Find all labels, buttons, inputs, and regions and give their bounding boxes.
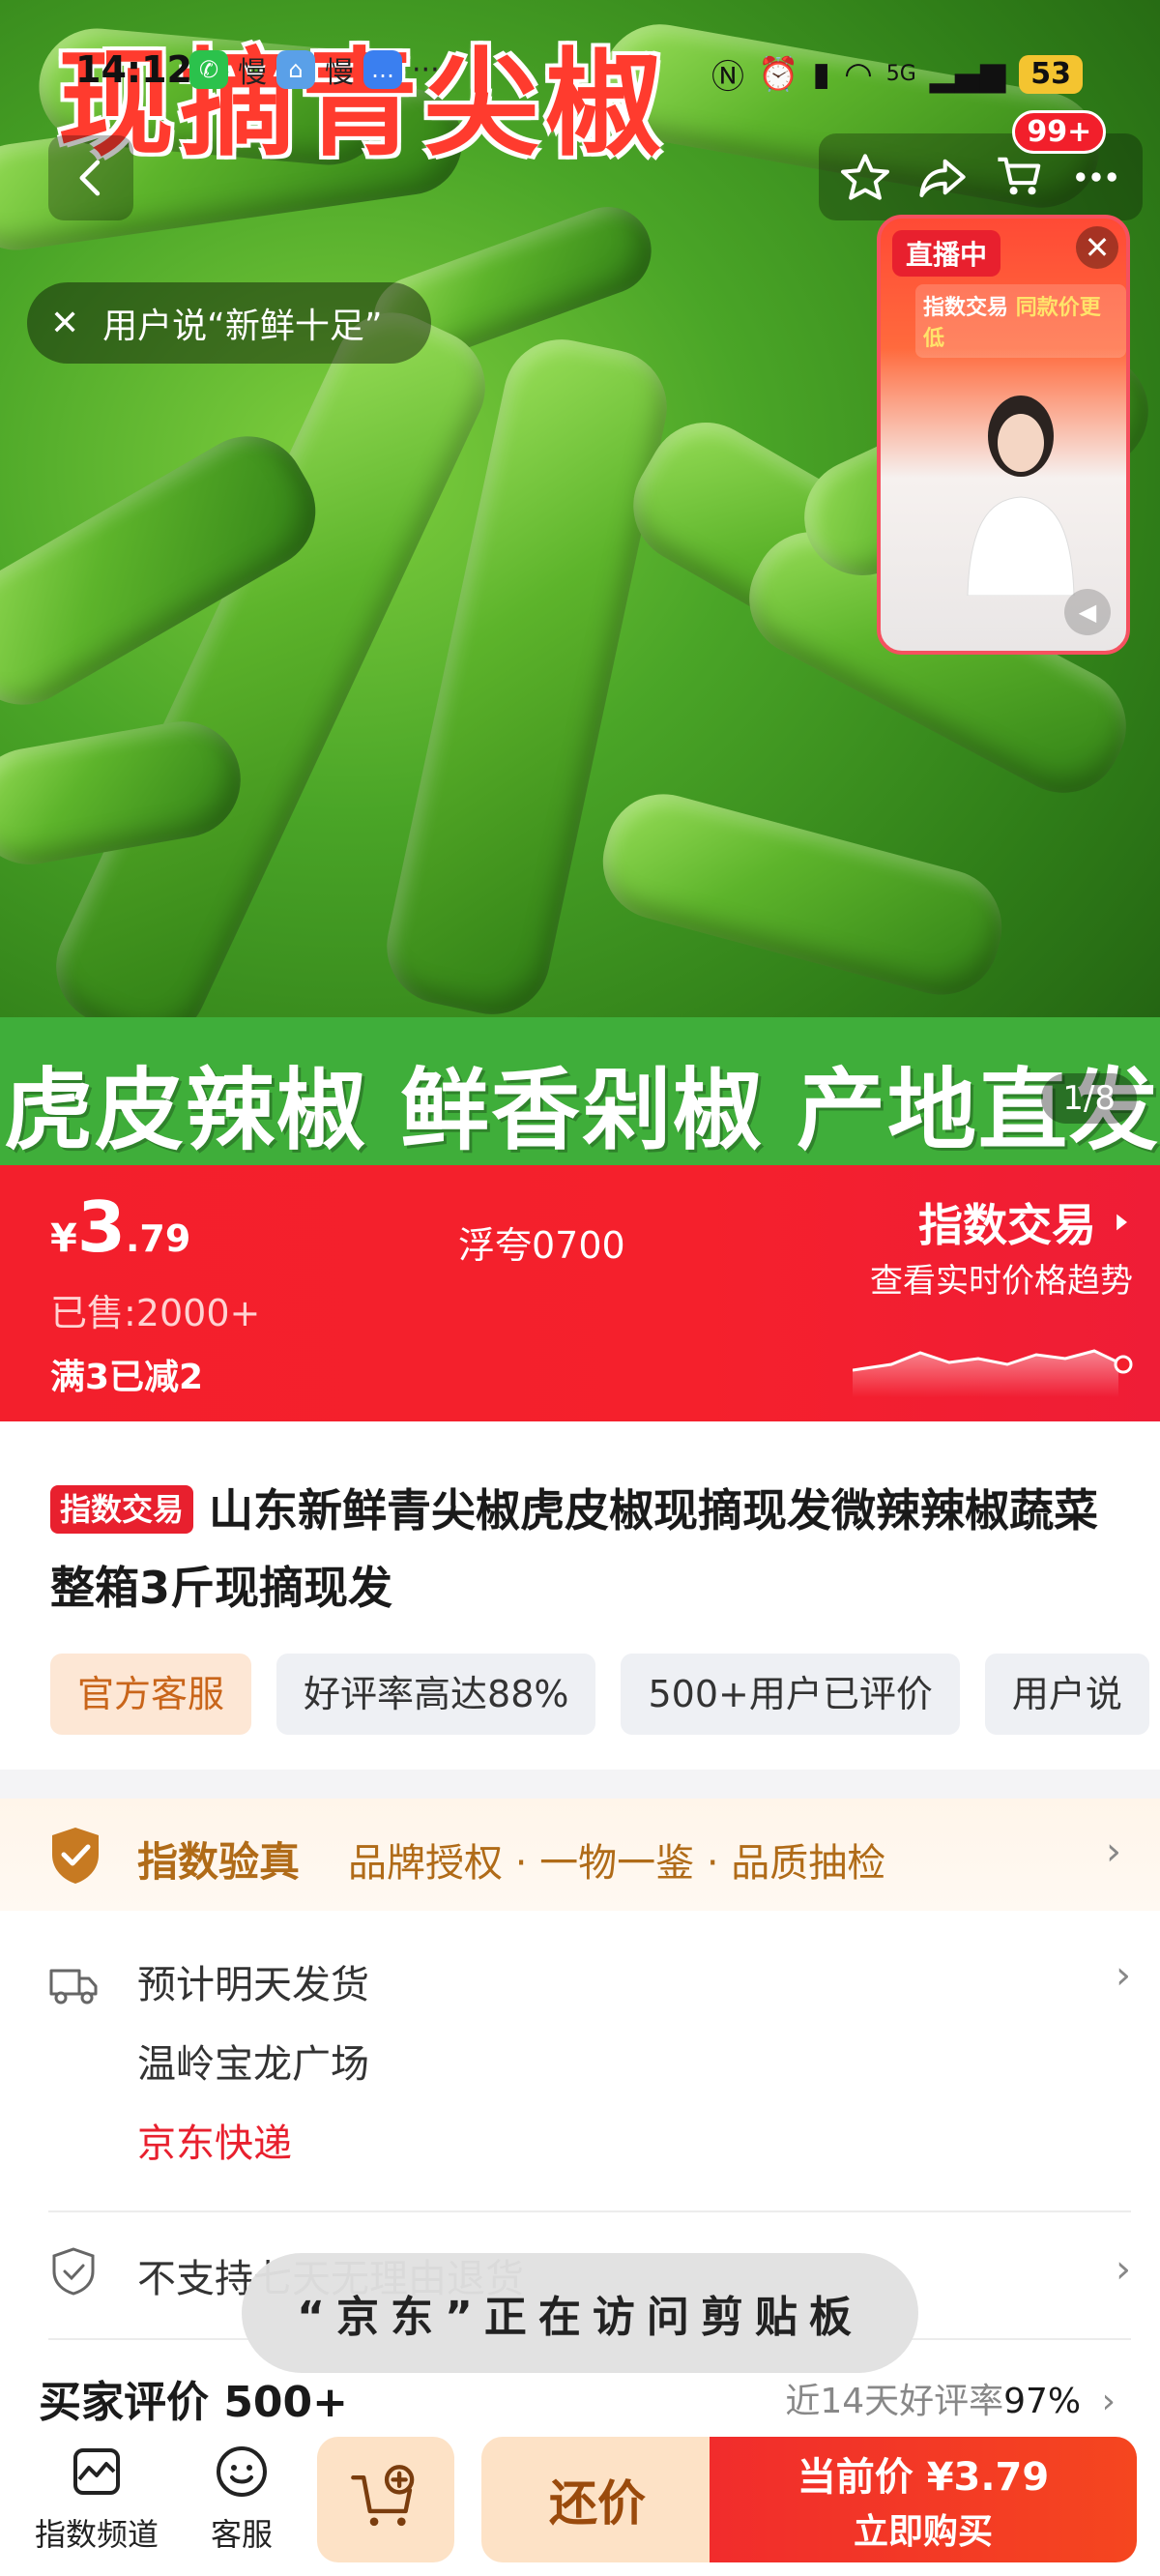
price-tag: 浮夸0700: [458, 1224, 625, 1267]
cart-icon: [998, 157, 1041, 195]
buy-price: 当前价 ¥3.79: [797, 2455, 1050, 2500]
chevron-right-icon: ›: [1116, 2247, 1131, 2292]
message-icon: …: [363, 50, 402, 89]
cart-badge: 99+: [1012, 110, 1107, 154]
tag-official-service[interactable]: 官方客服: [50, 1654, 252, 1735]
speaker-icon: ◀: [1078, 599, 1097, 626]
reviews-rate-label: 近14天好评率: [785, 2382, 1004, 2421]
chevron-right-icon: ›: [1116, 1953, 1131, 1998]
promo-text: 满3已减2: [50, 1358, 204, 1397]
product-info-card: 指数交易 山东新鲜青尖椒虎皮椒现摘现发微辣辣椒蔬菜 整箱3斤现摘现发 官方客服 好…: [0, 1421, 1160, 1770]
home-app-icon: ⌂: [276, 50, 315, 89]
shipping-carrier: 京东快递: [137, 2122, 292, 2166]
bottom-action-bar: 指数频道 客服 还价 当前价 ¥3.79 立即购买: [0, 2427, 1160, 2576]
wifi-icon: ◠: [844, 54, 873, 94]
cart-plus-icon: [351, 2465, 415, 2527]
wechat-icon: ✆: [189, 50, 228, 89]
live-close-button[interactable]: ✕: [1076, 226, 1118, 269]
reviews-heading[interactable]: 买家评价 500+: [39, 2367, 348, 2429]
reviews-rate-value: 97%: [1003, 2382, 1082, 2421]
auth-items: 品牌授权 · 一物一鉴 · 品质抽检: [348, 1841, 886, 1886]
live-stream-window[interactable]: 直播中 ✕ 指数交易 同款价更低 ◀: [877, 215, 1130, 655]
customer-service-label: 客服: [211, 2516, 274, 2553]
status-notifications: ✆ 慢 ⌂ 慢 … ···: [189, 48, 440, 91]
image-page-indicator: 1/8: [1041, 1073, 1137, 1124]
auth-title: 指数验真: [137, 1838, 301, 1886]
presenter-avatar: [967, 395, 1075, 596]
price-trend-sparkline: [853, 1349, 1133, 1397]
index-trade-sub[interactable]: 查看实时价格趋势: [870, 1254, 1133, 1302]
buy-now-button[interactable]: 当前价 ¥3.79 立即购买: [710, 2437, 1137, 2562]
customer-service-button[interactable]: 客服: [211, 2441, 273, 2555]
index-trade-link[interactable]: 指数交易: [918, 1190, 1133, 1254]
user-tip-text: 用户说“新鲜十足”: [102, 307, 383, 346]
alarm-icon: ⏰: [758, 54, 799, 94]
live-badge: 直播中: [892, 230, 1001, 277]
chevron-left-icon: [79, 160, 101, 196]
network-label: 5G: [885, 62, 916, 86]
price: ¥ 3 .79: [50, 1192, 190, 1262]
close-icon[interactable]: ✕: [50, 304, 79, 343]
truck-icon: [49, 1969, 98, 2005]
index-trade-label: 指数交易: [918, 1199, 1096, 1251]
shipping-eta: 预计明天发货: [137, 1963, 369, 2007]
index-channel-button[interactable]: 指数频道: [35, 2441, 159, 2555]
tag-good-rate[interactable]: 好评率高达88%: [276, 1654, 596, 1735]
cart-button[interactable]: 99+: [993, 110, 1107, 205]
more-icon[interactable]: [1070, 151, 1122, 203]
authenticity-bar[interactable]: 指数验真 品牌授权 · 一物一鉴 · 品质抽检 ›: [0, 1799, 1160, 1911]
nav-actions: 99+: [819, 110, 1143, 220]
status-system-icons: Ⓝ ⏰ ▮ ◠ 5G ▂▄▆ 53: [711, 50, 1083, 98]
user-tip-pill[interactable]: ✕ 用户说“新鲜十足”: [27, 282, 431, 364]
battery-indicator: 53: [1019, 54, 1083, 94]
hero-banner: 虎皮辣椒 鲜香剁椒 产地直发: [0, 1017, 1160, 1165]
status-time: 14:12: [75, 48, 192, 91]
chevron-right-icon: ›: [1101, 2382, 1116, 2421]
chevron-right-icon: ›: [1106, 1830, 1121, 1874]
divider: [48, 2210, 1131, 2212]
back-button[interactable]: [48, 135, 133, 220]
shield-check-icon: [52, 1828, 99, 1884]
signal-icon: ▂▄▆: [929, 54, 1006, 94]
sold-count: 已售:2000+: [50, 1292, 261, 1334]
tag-review-count[interactable]: 500+用户已评价: [621, 1654, 960, 1735]
chevron-right-icon: [1116, 1214, 1127, 1231]
notification-more: ···: [412, 52, 440, 87]
product-title: 指数交易 山东新鲜青尖椒虎皮椒现摘现发微辣辣椒蔬菜 整箱3斤现摘现发: [50, 1472, 1133, 1626]
sound-button[interactable]: ◀: [1064, 589, 1111, 635]
shipping-location: 温岭宝龙广场: [137, 2042, 369, 2087]
product-tags: 官方客服 好评率高达88% 500+用户已评价 用户说: [50, 1654, 1149, 1735]
hero-banner-text: 虎皮辣椒 鲜香剁椒 产地直发: [4, 1059, 1160, 1162]
buy-label: 立即购买: [853, 2512, 993, 2552]
close-icon: ✕: [1084, 229, 1111, 266]
status-bar: 14:12 ✆ 慢 ⌂ 慢 … ··· Ⓝ ⏰ ▮ ◠ 5G ▂▄▆ 53: [0, 0, 1160, 135]
notification-label: 慢: [325, 56, 354, 90]
share-icon[interactable]: [916, 151, 969, 203]
clipboard-toast: “京东”正在访问剪贴板: [242, 2253, 918, 2373]
price-currency: ¥: [50, 1216, 77, 1261]
price-decimal: .79: [125, 1217, 191, 1260]
vibrate-icon: ▮: [812, 54, 831, 94]
store-icon: [73, 2448, 120, 2495]
shipping-row[interactable]: 预计明天发货 温岭宝龙广场 京东快递 ›: [48, 1940, 1131, 2191]
shield-icon: [52, 2247, 95, 2296]
live-banner-prefix: 指数交易: [923, 296, 1009, 320]
product-title-text: 山东新鲜青尖椒虎皮椒现摘现发微辣辣椒蔬菜 整箱3斤现摘现发: [50, 1484, 1099, 1614]
star-icon[interactable]: [839, 151, 891, 203]
bargain-button[interactable]: 还价: [481, 2437, 713, 2562]
add-to-cart-button[interactable]: [317, 2437, 454, 2562]
price-banner: ¥ 3 .79 浮夸0700 已售:2000+ 满3已减2 指数交易 查看实时价…: [0, 1165, 1160, 1421]
index-trade-badge: 指数交易: [50, 1485, 194, 1534]
live-banner: 指数交易 同款价更低: [915, 284, 1126, 358]
smile-icon: [217, 2446, 267, 2497]
pepper-shape: [590, 780, 1015, 1009]
tag-user-says[interactable]: 用户说: [984, 1654, 1149, 1735]
nfc-icon: Ⓝ: [711, 58, 745, 97]
notification-label: 慢: [238, 56, 267, 90]
price-integer: 3: [76, 1186, 126, 1268]
index-channel-label: 指数频道: [35, 2516, 160, 2553]
reviews-rate[interactable]: 近14天好评率97% ›: [785, 2373, 1116, 2423]
